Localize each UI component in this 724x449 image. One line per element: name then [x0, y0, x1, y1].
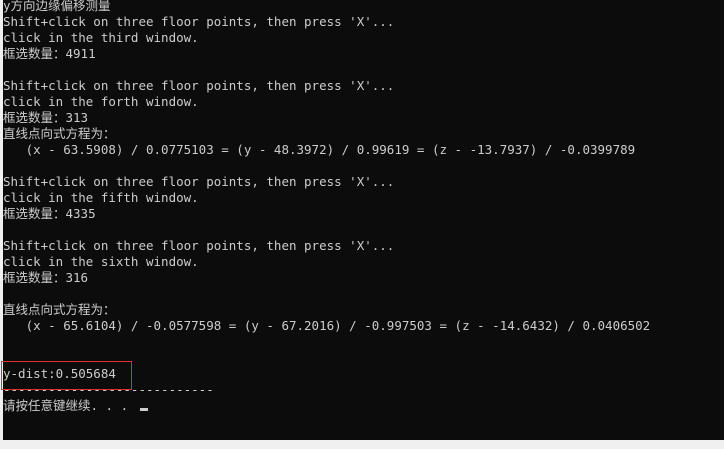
console-line: Shift+click on three floor points, then … [3, 14, 395, 29]
console-line: 框选数量：4911 [3, 46, 96, 61]
console-line: 直线点向式方程为： [3, 126, 116, 141]
console-line: click in the sixth window. [3, 254, 199, 269]
separator-line: ---------------------------- [3, 382, 214, 397]
console-line: Shift+click on three floor points, then … [3, 238, 395, 253]
window-left-edge [0, 0, 3, 449]
console-line: click in the fifth window. [3, 190, 199, 205]
console-line: 框选数量：316 [3, 270, 89, 285]
block-cursor-icon [139, 408, 148, 411]
console-line: 框选数量：313 [3, 110, 89, 125]
y-dist-result: y-dist:0.505684 [3, 366, 116, 381]
console-line: Shift+click on three floor points, then … [3, 78, 395, 93]
press-any-key-prompt: 请按任意键继续. . . [3, 398, 136, 413]
window-bottom-edge [0, 440, 724, 449]
console-window[interactable]: y方向边缘偏移测量 Shift+click on three floor poi… [0, 0, 724, 449]
console-line: 框选数量：4335 [3, 206, 96, 221]
console-line: click in the third window. [3, 30, 199, 45]
console-line: Shift+click on three floor points, then … [3, 174, 395, 189]
console-line: y方向边缘偏移测量 [3, 0, 111, 13]
console-line: (x - 63.5908) / 0.0775103 = (y - 48.3972… [3, 142, 636, 157]
console-line: 直线点向式方程为： [3, 302, 116, 317]
console-line: (x - 65.6104) / -0.0577598 = (y - 67.201… [3, 318, 651, 333]
console-line: click in the forth window. [3, 94, 199, 109]
prompt-line: 请按任意键继续. . . [3, 398, 724, 414]
